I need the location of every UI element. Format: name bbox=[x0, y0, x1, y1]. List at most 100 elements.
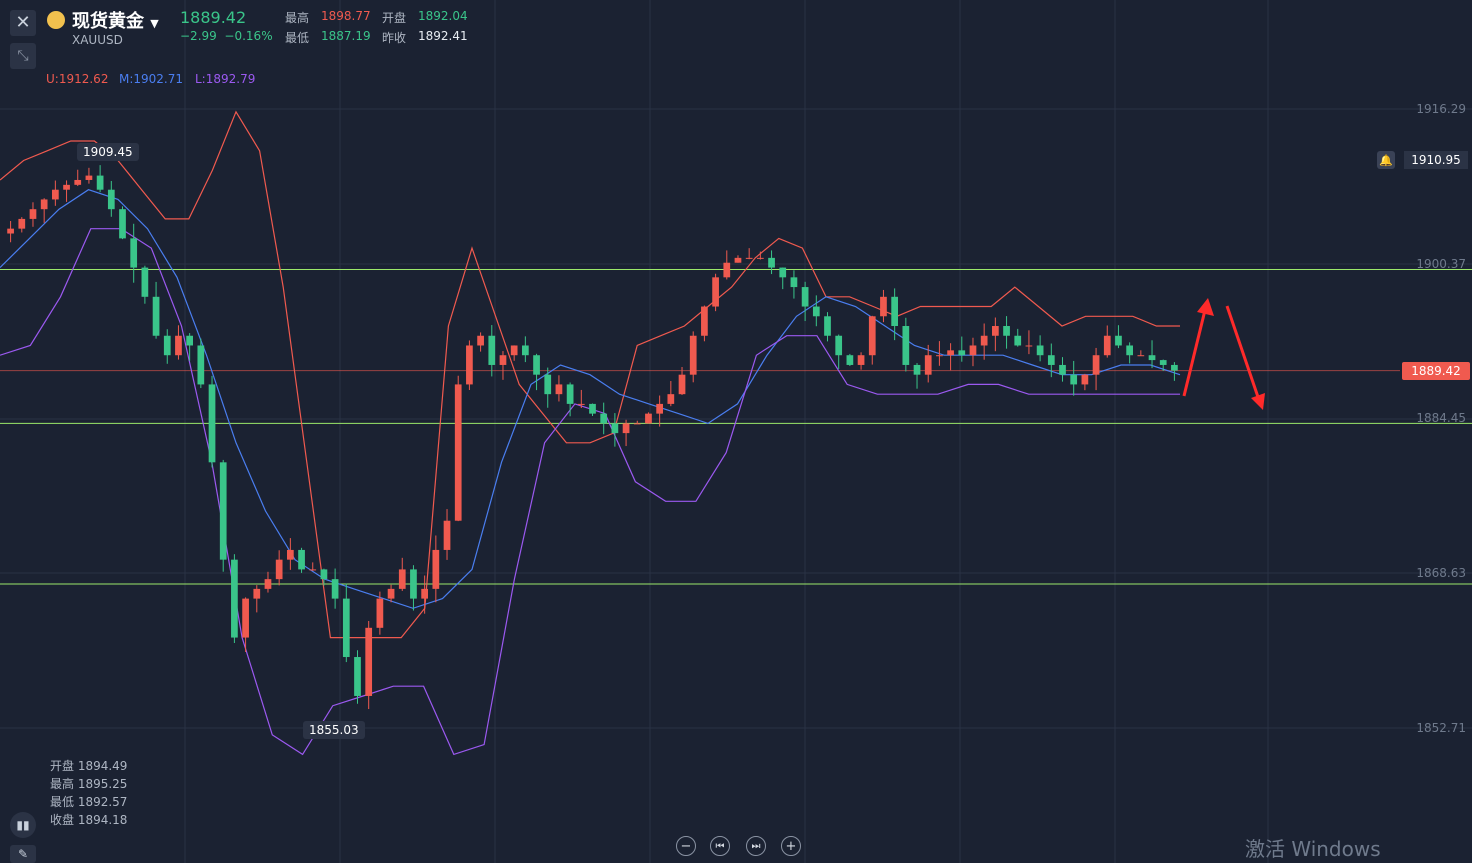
candle-body bbox=[936, 355, 943, 357]
candle-body bbox=[320, 569, 328, 580]
next-button[interactable]: ⏭ bbox=[746, 836, 766, 856]
candle-body bbox=[611, 423, 619, 434]
high-label: 最高 bbox=[285, 11, 310, 25]
candle-body bbox=[947, 350, 954, 356]
candle-body bbox=[1070, 374, 1078, 385]
candle-body bbox=[175, 335, 182, 356]
instrument-code: XAUUSD bbox=[72, 33, 123, 47]
candle-body bbox=[1159, 360, 1167, 365]
last-price: 1889.42 bbox=[180, 8, 247, 27]
candle-body bbox=[958, 350, 966, 356]
candle-body bbox=[477, 335, 484, 346]
candle-body bbox=[454, 384, 462, 521]
candle-body bbox=[510, 345, 518, 356]
candle-body bbox=[924, 355, 932, 375]
candle-body bbox=[264, 579, 272, 589]
candle-body bbox=[1025, 345, 1033, 347]
candle-body bbox=[824, 316, 831, 336]
candle-body bbox=[600, 413, 608, 424]
legend-middle-band: M:1902.71 bbox=[119, 72, 184, 86]
instrument-name[interactable]: 现货黄金 ▼ bbox=[72, 7, 159, 33]
y-tick-label: 1916.29 bbox=[1416, 102, 1466, 116]
candle-body bbox=[309, 569, 317, 571]
candle-body bbox=[812, 306, 820, 317]
draw-button[interactable]: ✎ bbox=[10, 845, 36, 863]
candle-body bbox=[130, 238, 138, 268]
low-label: 最低 bbox=[285, 31, 310, 45]
candle-body bbox=[723, 262, 731, 278]
alert-price-tag[interactable]: 1910.95 bbox=[1404, 151, 1468, 169]
candles bbox=[7, 165, 1178, 710]
candle-body bbox=[678, 374, 686, 395]
candle-body bbox=[622, 423, 630, 434]
candle-body bbox=[488, 335, 496, 365]
y-tick-label: 1852.71 bbox=[1416, 721, 1466, 735]
candle-body bbox=[1137, 355, 1145, 357]
pencil-icon: ✎ bbox=[17, 847, 29, 861]
candle-body bbox=[186, 335, 193, 346]
close-button[interactable]: ✕ bbox=[10, 10, 36, 36]
candle-body bbox=[846, 355, 854, 365]
candle-body bbox=[768, 257, 775, 268]
candle-body bbox=[387, 588, 395, 599]
candle-body bbox=[18, 218, 26, 229]
candle-body bbox=[275, 559, 283, 580]
price-change: −2.99 −0.16% bbox=[180, 29, 273, 43]
candle-body bbox=[880, 296, 887, 317]
bollinger-bands bbox=[0, 110, 1181, 756]
candle-body bbox=[96, 175, 104, 190]
candle-body bbox=[566, 384, 574, 404]
candle-body bbox=[1047, 355, 1055, 365]
candle-body bbox=[331, 579, 339, 599]
candle-body bbox=[980, 335, 988, 346]
candle-body bbox=[533, 355, 540, 375]
candle-body bbox=[365, 627, 373, 696]
candle-body bbox=[835, 335, 843, 356]
close-icon: ✕ bbox=[15, 12, 31, 33]
shrink-icon: ⤡ bbox=[17, 48, 29, 64]
bell-icon[interactable]: 🔔 bbox=[1377, 151, 1395, 169]
candle-body bbox=[253, 588, 261, 599]
candle-body bbox=[466, 345, 473, 385]
low-value: 1887.19 bbox=[321, 29, 371, 43]
candle-body bbox=[7, 228, 14, 234]
middle-band-line bbox=[0, 189, 1181, 609]
candle-body bbox=[74, 179, 82, 185]
candle-body bbox=[992, 326, 999, 336]
candle-body bbox=[287, 549, 294, 560]
candle-body bbox=[432, 549, 440, 589]
candle-body bbox=[689, 335, 697, 375]
collapse-button[interactable]: ⤡ bbox=[10, 43, 36, 69]
candle-body bbox=[1081, 374, 1089, 385]
candlestick-chart[interactable] bbox=[0, 0, 1472, 863]
candle-body bbox=[891, 296, 898, 327]
high-marker-tag: 1909.45 bbox=[77, 143, 139, 161]
y-tick-label: 1884.45 bbox=[1416, 411, 1466, 425]
candle-body bbox=[398, 569, 406, 589]
candle-body bbox=[645, 413, 652, 424]
candle-icon: ▮▮ bbox=[16, 818, 30, 832]
down-arrow-head bbox=[1251, 393, 1265, 410]
candle-body bbox=[163, 335, 171, 356]
grid-lines bbox=[0, 0, 1472, 863]
prev-button[interactable]: ⏮ bbox=[710, 836, 730, 856]
candle-body bbox=[745, 257, 753, 259]
indicator-button[interactable]: ▮▮ bbox=[10, 812, 36, 838]
candle-body bbox=[1171, 364, 1178, 371]
candle-body bbox=[712, 277, 719, 307]
candle-body bbox=[656, 403, 663, 414]
candle-body bbox=[40, 199, 48, 210]
candle-body bbox=[298, 549, 305, 570]
candle-body bbox=[633, 423, 641, 425]
zoom-in-button[interactable]: + bbox=[781, 836, 801, 856]
ohlc-high: 最高 1895.25 bbox=[50, 777, 128, 791]
prev-close-value: 1892.41 bbox=[418, 29, 468, 43]
zoom-out-button[interactable]: − bbox=[676, 836, 696, 856]
candle-body bbox=[1148, 355, 1156, 361]
ohlc-close: 收盘 1894.18 bbox=[50, 813, 128, 827]
candle-body bbox=[29, 209, 37, 219]
legend-upper-band: U:1912.62 bbox=[46, 72, 109, 86]
candle-body bbox=[499, 355, 507, 365]
candle-body bbox=[544, 374, 552, 395]
candle-body bbox=[1126, 345, 1133, 356]
